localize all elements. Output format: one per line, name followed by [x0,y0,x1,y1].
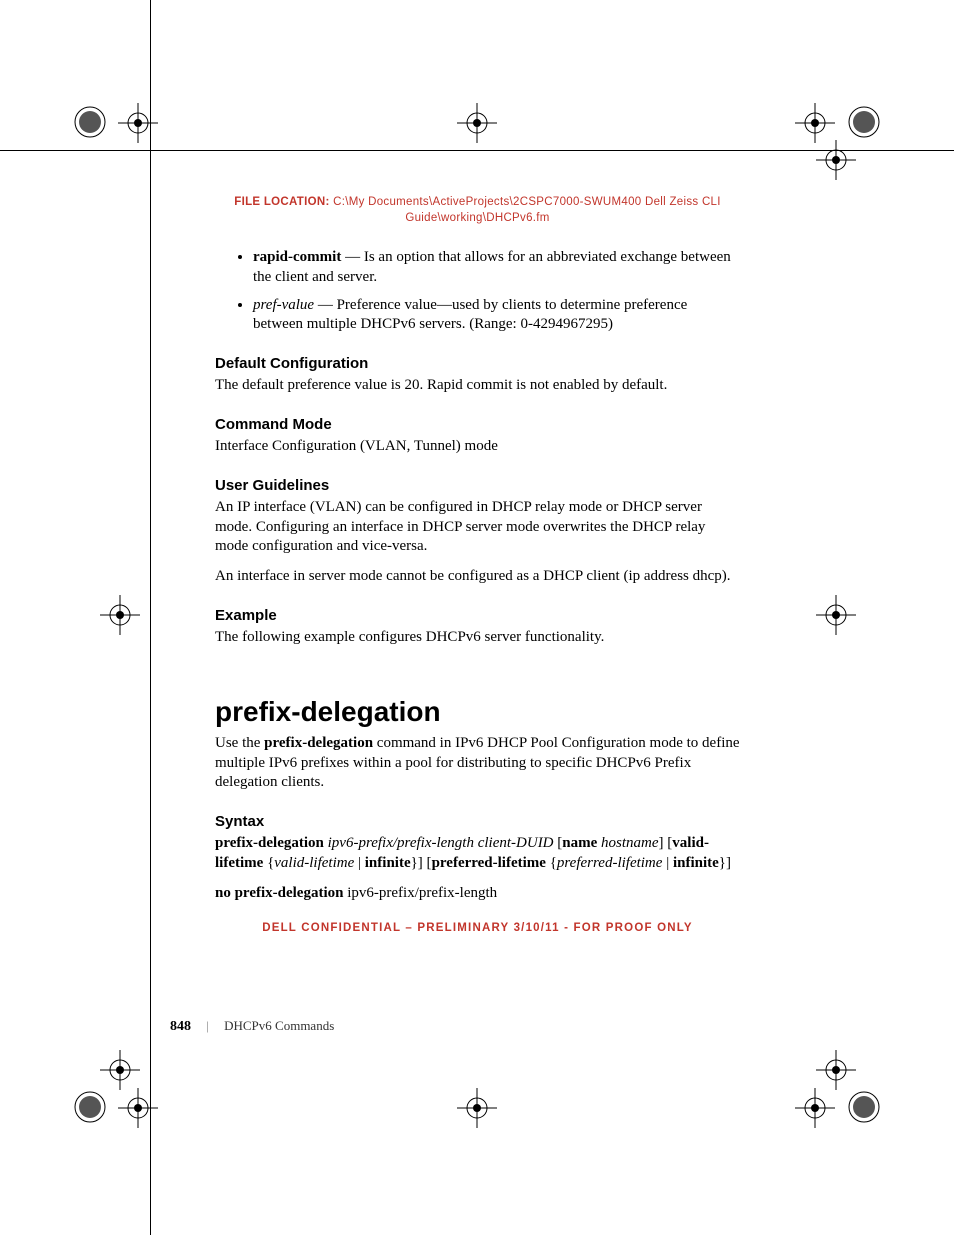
registration-mark-icon [457,103,497,143]
crop-line-horizontal [0,150,954,151]
registration-mark-icon [118,103,158,143]
command-mode-text: Interface Configuration (VLAN, Tunnel) m… [215,437,740,457]
param-rapid-commit: rapid-commit [253,249,341,265]
registration-mark-icon [816,1050,856,1090]
param-pref-value: pref-value [253,297,314,313]
registration-circle-icon [73,1090,107,1124]
parameter-list: rapid-commit — Is an option that allows … [215,248,740,335]
heading-default-configuration: Default Configuration [215,355,740,372]
user-guidelines-p1: An IP interface (VLAN) can be configured… [215,498,740,557]
user-guidelines-p2: An interface in server mode cannot be co… [215,567,740,587]
registration-mark-icon [118,1088,158,1128]
command-title: prefix-delegation [215,696,740,728]
heading-example: Example [215,607,740,624]
heading-command-mode: Command Mode [215,416,740,433]
syntax-line-1: prefix-delegation ipv6-prefix/prefix-len… [215,834,740,874]
registration-mark-icon [795,1088,835,1128]
file-location-header: FILE LOCATION: C:\My Documents\ActivePro… [215,195,740,226]
registration-mark-icon [100,1050,140,1090]
page-number: 848 [170,1019,191,1034]
registration-mark-icon [100,595,140,635]
page-footer: 848 | DHCPv6 Commands [170,1018,334,1035]
list-item: rapid-commit — Is an option that allows … [253,248,740,288]
command-intro: Use the prefix-delegation command in IPv… [215,734,740,793]
crop-line-vertical [150,0,151,1235]
syntax-line-2: no prefix-delegation ipv6-prefix/prefix-… [215,884,740,904]
file-location-path2: Guide\working\DHCPv6.fm [405,212,549,224]
registration-mark-icon [816,140,856,180]
file-location-label: FILE LOCATION: [234,196,329,208]
heading-user-guidelines: User Guidelines [215,477,740,494]
example-text: The following example configures DHCPv6 … [215,628,740,648]
file-location-path1: C:\My Documents\ActiveProjects\2CSPC7000… [333,196,721,208]
registration-mark-icon [795,103,835,143]
confidential-banner: DELL CONFIDENTIAL – PRELIMINARY 3/10/11 … [215,922,740,934]
registration-circle-icon [73,105,107,139]
list-item: pref-value — Preference value—used by cl… [253,296,740,336]
chapter-name: DHCPv6 Commands [224,1018,334,1033]
registration-circle-icon [847,1090,881,1124]
registration-mark-icon [457,1088,497,1128]
registration-circle-icon [847,105,881,139]
heading-syntax: Syntax [215,813,740,830]
default-configuration-text: The default preference value is 20. Rapi… [215,376,740,396]
footer-separator: | [206,1018,209,1033]
page-content: FILE LOCATION: C:\My Documents\ActivePro… [215,195,740,934]
registration-mark-icon [816,595,856,635]
